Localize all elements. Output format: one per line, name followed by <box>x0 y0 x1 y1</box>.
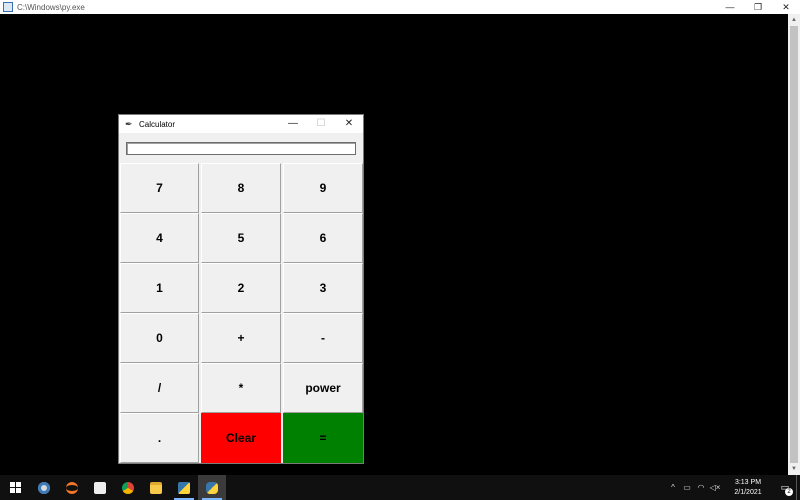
key-5-button[interactable]: 5 <box>201 213 281 263</box>
jupyter-icon <box>66 481 78 494</box>
key-2-button[interactable]: 2 <box>201 263 281 313</box>
tk-feather-icon: ✒ <box>125 119 133 129</box>
divide-button[interactable]: / <box>120 363 199 413</box>
scroll-up-arrow-icon[interactable]: ▲ <box>788 14 800 26</box>
taskbar-app-chrome[interactable] <box>114 475 142 500</box>
clock-time: 3:13 PM <box>734 478 762 486</box>
multiply-button[interactable]: * <box>201 363 281 413</box>
calculator-keypad: 7 8 9 4 5 6 1 2 3 0 + - / * power . Clea… <box>120 163 363 463</box>
taskbar-app-file-explorer[interactable] <box>142 475 170 500</box>
scroll-down-arrow-icon[interactable]: ▼ <box>788 463 800 475</box>
notification-count-badge: 2 <box>785 488 793 496</box>
scroll-thumb[interactable] <box>790 26 798 463</box>
calculator-maximize-button[interactable]: ☐ <box>307 115 335 133</box>
equals-button[interactable]: = <box>283 413 363 463</box>
console-restore-button[interactable]: ❐ <box>744 0 772 14</box>
key-3-button[interactable]: 3 <box>283 263 363 313</box>
calculator-minimize-button[interactable]: — <box>279 115 307 133</box>
calculator-window-controls: — ☐ ✕ <box>279 115 363 133</box>
key-0-button[interactable]: 0 <box>120 313 199 363</box>
show-desktop-button[interactable] <box>796 475 800 500</box>
system-tray: ^ ▭ ◠ ◁× 3:13 PM 2/1/2021 ▭ 2 <box>666 475 800 500</box>
taskbar-clock[interactable]: 3:13 PM 2/1/2021 <box>726 478 770 498</box>
idle-python-icon <box>38 481 50 494</box>
calculator-window: ✒ Calculator — ☐ ✕ 7 8 9 4 5 6 1 2 3 0 +… <box>118 114 364 464</box>
console-window-controls: — ❐ ✕ <box>716 0 800 14</box>
console-scrollbar[interactable]: ▲ ▼ <box>788 14 800 475</box>
taskbar-app-jupyter[interactable] <box>58 475 86 500</box>
calculator-title: Calculator <box>139 119 176 129</box>
taskbar-app-python[interactable] <box>198 475 226 500</box>
taskbar: ^ ▭ ◠ ◁× 3:13 PM 2/1/2021 ▭ 2 <box>0 475 800 500</box>
python-launcher-icon <box>178 481 190 494</box>
taskbar-app-python-launcher[interactable] <box>170 475 198 500</box>
volume-muted-icon[interactable]: ◁× <box>708 483 722 492</box>
action-center-button[interactable]: ▭ 2 <box>774 475 796 500</box>
clock-date: 2/1/2021 <box>734 488 762 496</box>
key-4-button[interactable]: 4 <box>120 213 199 263</box>
document-viewer-icon <box>94 481 106 494</box>
console-titlebar: C:\Windows\py.exe — ❐ ✕ <box>0 0 800 14</box>
show-hidden-icons-chevron-icon[interactable]: ^ <box>666 483 680 492</box>
key-6-button[interactable]: 6 <box>283 213 363 263</box>
taskbar-app-idle[interactable] <box>30 475 58 500</box>
console-minimize-button[interactable]: — <box>716 0 744 14</box>
battery-icon[interactable]: ▭ <box>680 483 694 492</box>
taskbar-app-document[interactable] <box>86 475 114 500</box>
key-1-button[interactable]: 1 <box>120 263 199 313</box>
chrome-icon <box>122 481 134 494</box>
wifi-icon[interactable]: ◠ <box>694 483 708 492</box>
minus-button[interactable]: - <box>283 313 363 363</box>
key-9-button[interactable]: 9 <box>283 163 363 213</box>
key-7-button[interactable]: 7 <box>120 163 199 213</box>
console-window-title: C:\Windows\py.exe <box>17 2 85 12</box>
start-button[interactable] <box>0 475 30 500</box>
file-explorer-icon <box>150 481 162 494</box>
console-close-button[interactable]: ✕ <box>772 0 800 14</box>
calculator-display-entry[interactable] <box>126 142 356 155</box>
clear-button[interactable]: Clear <box>201 413 281 463</box>
start-windows-icon <box>9 482 21 493</box>
python-icon <box>206 481 218 494</box>
calculator-close-button[interactable]: ✕ <box>335 115 363 133</box>
console-app-icon <box>3 2 13 12</box>
key-8-button[interactable]: 8 <box>201 163 281 213</box>
decimal-point-button[interactable]: . <box>120 413 199 463</box>
calculator-titlebar[interactable]: ✒ Calculator — ☐ ✕ <box>119 115 363 133</box>
plus-button[interactable]: + <box>201 313 281 363</box>
power-button[interactable]: power <box>283 363 363 413</box>
